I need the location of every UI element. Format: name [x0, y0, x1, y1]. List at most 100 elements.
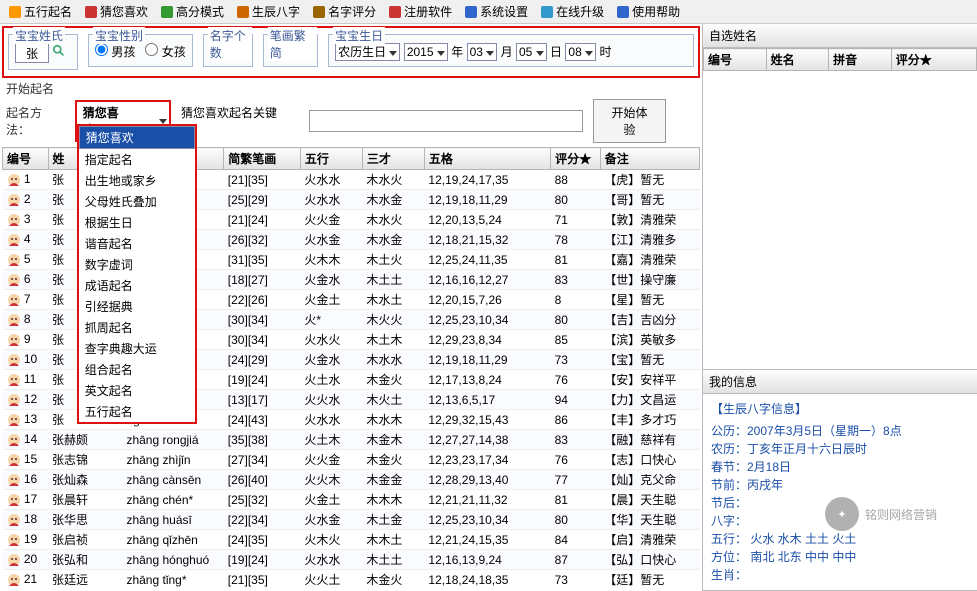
face-icon	[7, 193, 21, 207]
table-cell: 【星】暂无	[600, 290, 699, 310]
face-icon	[7, 313, 21, 327]
dropdown-item[interactable]: 指定起名	[79, 149, 195, 170]
dropdown-item[interactable]: 抓周起名	[79, 317, 195, 338]
table-row[interactable]: 16张灿森zhānɡ cànsēn[26][40]火火木木金金12,28,29,…	[3, 470, 700, 490]
dropdown-item[interactable]: 查字典趣大运	[79, 338, 195, 359]
column-header[interactable]: 三才	[362, 148, 424, 170]
table-row[interactable]: 14张赫颇zhānɡ ronɡjiá[35][38]火土木木金木12,27,27…	[3, 430, 700, 450]
dropdown-item[interactable]: 谐音起名	[79, 233, 195, 254]
table-cell: 81	[551, 490, 601, 510]
count-legend: 名字个数	[208, 27, 252, 61]
face-icon	[7, 213, 21, 227]
surname-input[interactable]	[15, 43, 49, 63]
column-header[interactable]: 拼音	[829, 49, 892, 71]
table-cell: 火土水	[300, 370, 362, 390]
table-cell: 88	[551, 170, 601, 190]
table-cell: 木土土	[362, 550, 424, 570]
dropdown-item[interactable]: 父母姓氏叠加	[79, 191, 195, 212]
keyword-label: 猜您喜欢起名关键词：	[181, 104, 299, 138]
dropdown-item[interactable]: 成语起名	[79, 275, 195, 296]
calendar-select[interactable]: 农历生日	[335, 43, 400, 61]
hour-select[interactable]: 08	[565, 43, 596, 61]
toolbar-item-5[interactable]: 注册软件	[384, 2, 456, 21]
gender-male[interactable]: 男孩	[95, 45, 135, 59]
table-cell: 81	[551, 250, 601, 270]
table-row[interactable]: 17张晨轩zhānɡ chén*[25][32]火金土木木木12,21,21,1…	[3, 490, 700, 510]
column-header[interactable]: 评分★	[551, 148, 601, 170]
toolbar-item-6[interactable]: 系统设置	[460, 2, 532, 21]
table-row[interactable]: 15张志锦zhānɡ zhìjǐn[27][34]火火金木金火12,23,23,…	[3, 450, 700, 470]
table-cell: 83	[551, 430, 601, 450]
male-radio[interactable]	[95, 43, 108, 56]
column-header[interactable]: 备注	[600, 148, 699, 170]
table-cell: 木金金	[362, 470, 424, 490]
face-icon	[7, 493, 21, 507]
column-header[interactable]: 编号	[704, 49, 767, 71]
strokes-legend: 笔画繁简	[268, 27, 317, 61]
column-header[interactable]: 五格	[424, 148, 550, 170]
chevron-down-icon	[389, 51, 397, 56]
table-cell: 86	[551, 410, 601, 430]
column-header[interactable]: 姓名	[766, 49, 829, 71]
dropdown-item[interactable]: 英文起名	[79, 380, 195, 401]
selected-names-section: 自选姓名 编号姓名拼音评分★	[703, 24, 977, 370]
toolbar-icon	[616, 5, 630, 19]
face-icon	[7, 173, 21, 187]
dropdown-item[interactable]: 根据生日	[79, 212, 195, 233]
table-cell: 【宝】暂无	[600, 350, 699, 370]
toolbar-item-2[interactable]: 高分模式	[156, 2, 228, 21]
gender-female[interactable]: 女孩	[145, 45, 185, 59]
column-header[interactable]: 编号	[3, 148, 49, 170]
keyword-input[interactable]	[309, 110, 583, 132]
toolbar-label: 生辰八字	[252, 3, 300, 20]
table-row[interactable]: 21张廷远zhānɡ tǐnɡ*[21][35]火火土木金火12,18,24,1…	[3, 570, 700, 590]
toolbar-item-3[interactable]: 生辰八字	[232, 2, 304, 21]
toolbar-item-7[interactable]: 在线升级	[536, 2, 608, 21]
dropdown-item[interactable]: 数字虚词	[79, 254, 195, 275]
strokes-group: 笔画繁简 不限	[263, 34, 318, 67]
table-cell: 【融】慈祥有	[600, 430, 699, 450]
table-cell: 张晨轩	[48, 490, 122, 510]
dropdown-item[interactable]: 引经据典	[79, 296, 195, 317]
table-cell: 木火土	[362, 390, 424, 410]
table-cell: zhānɡ chén*	[122, 490, 223, 510]
table-cell: 12,18,21,15,32	[424, 230, 550, 250]
year-select[interactable]: 2015	[404, 43, 448, 61]
method-select[interactable]: 猜您喜欢 猜您喜欢指定起名出生地或家乡父母姓氏叠加根据生日谐音起名数字虚词成语起…	[75, 100, 171, 142]
table-cell: 木金火	[362, 370, 424, 390]
dropdown-item[interactable]: 五行起名	[79, 401, 195, 422]
dropdown-item[interactable]: 猜您喜欢	[79, 126, 195, 149]
table-cell: 12,16,13,9,24	[424, 550, 550, 570]
month-select[interactable]: 03	[467, 43, 498, 61]
table-row[interactable]: 19张启祯zhānɡ qǐzhēn[24][35]火木火木木土12,21,24,…	[3, 530, 700, 550]
female-radio[interactable]	[145, 43, 158, 56]
table-cell: 2	[3, 190, 49, 210]
face-icon	[7, 233, 21, 247]
table-row[interactable]: 20张弘和zhānɡ hónɡhuó[19][24]火水水木土土12,16,13…	[3, 550, 700, 570]
toolbar-item-4[interactable]: 名字评分	[308, 2, 380, 21]
face-icon	[7, 573, 21, 587]
toolbar-item-1[interactable]: 猜您喜欢	[80, 2, 152, 21]
column-header[interactable]: 评分★	[891, 49, 976, 71]
table-cell: 8	[551, 290, 601, 310]
day-select[interactable]: 05	[516, 43, 547, 61]
toolbar-item-8[interactable]: 使用帮助	[612, 2, 684, 21]
table-row[interactable]: 18张华思zhānɡ huásī[22][34]火水金木土金12,25,23,1…	[3, 510, 700, 530]
my-info-section: 我的信息 【生辰八字信息】 公历：2007年3月5日（星期一）8点农历：丁亥年正…	[703, 370, 977, 591]
count-group: 名字个数 2字	[203, 34, 253, 67]
toolbar-item-0[interactable]: 五行起名	[4, 2, 76, 21]
table-cell: 17	[3, 490, 49, 510]
start-button[interactable]: 开始体验	[593, 99, 666, 143]
search-icon[interactable]	[52, 44, 66, 58]
bazi-line: 公历：2007年3月5日（星期一）8点	[711, 422, 969, 440]
dropdown-item[interactable]: 组合起名	[79, 359, 195, 380]
table-cell: 木水金	[362, 190, 424, 210]
table-cell: 【力】文昌运	[600, 390, 699, 410]
table-cell: 12,29,23,8,34	[424, 330, 550, 350]
dropdown-item[interactable]: 出生地或家乡	[79, 170, 195, 191]
table-cell: 12,29,32,15,43	[424, 410, 550, 430]
column-header[interactable]: 五行	[300, 148, 362, 170]
table-cell: 【吉】吉凶分	[600, 310, 699, 330]
column-header[interactable]: 简繁笔画	[224, 148, 301, 170]
table-cell: 12,28,29,13,40	[424, 470, 550, 490]
